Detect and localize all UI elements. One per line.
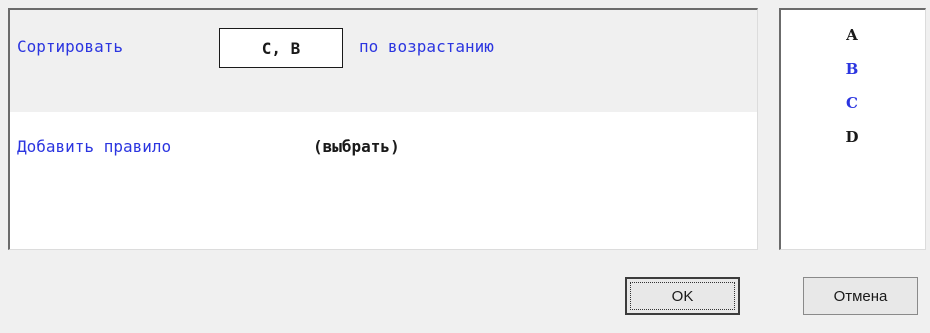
ok-button[interactable]: OK <box>625 277 740 315</box>
column-item-c[interactable]: C <box>842 94 862 112</box>
sort-order-link[interactable]: по возрастанию <box>359 37 494 56</box>
cancel-button-label: Отмена <box>833 287 888 305</box>
column-item-d[interactable]: D <box>842 128 862 146</box>
columns-list: A B C D <box>779 8 926 250</box>
sort-rules-panel: Сортировать C, B по возрастанию Добавить… <box>8 8 758 250</box>
add-rule-link[interactable]: Добавить правило <box>17 137 171 156</box>
column-item-a[interactable]: A <box>842 26 862 44</box>
choose-column-link[interactable]: (выбрать) <box>313 137 400 156</box>
sort-columns-box[interactable]: C, B <box>219 28 343 68</box>
column-item-b[interactable]: B <box>842 60 862 78</box>
focus-ring <box>630 282 735 310</box>
sort-rule-prefix[interactable]: Сортировать <box>17 37 123 56</box>
sort-rule-row: Сортировать C, B по возрастанию <box>10 10 757 112</box>
cancel-button[interactable]: Отмена <box>803 277 918 315</box>
